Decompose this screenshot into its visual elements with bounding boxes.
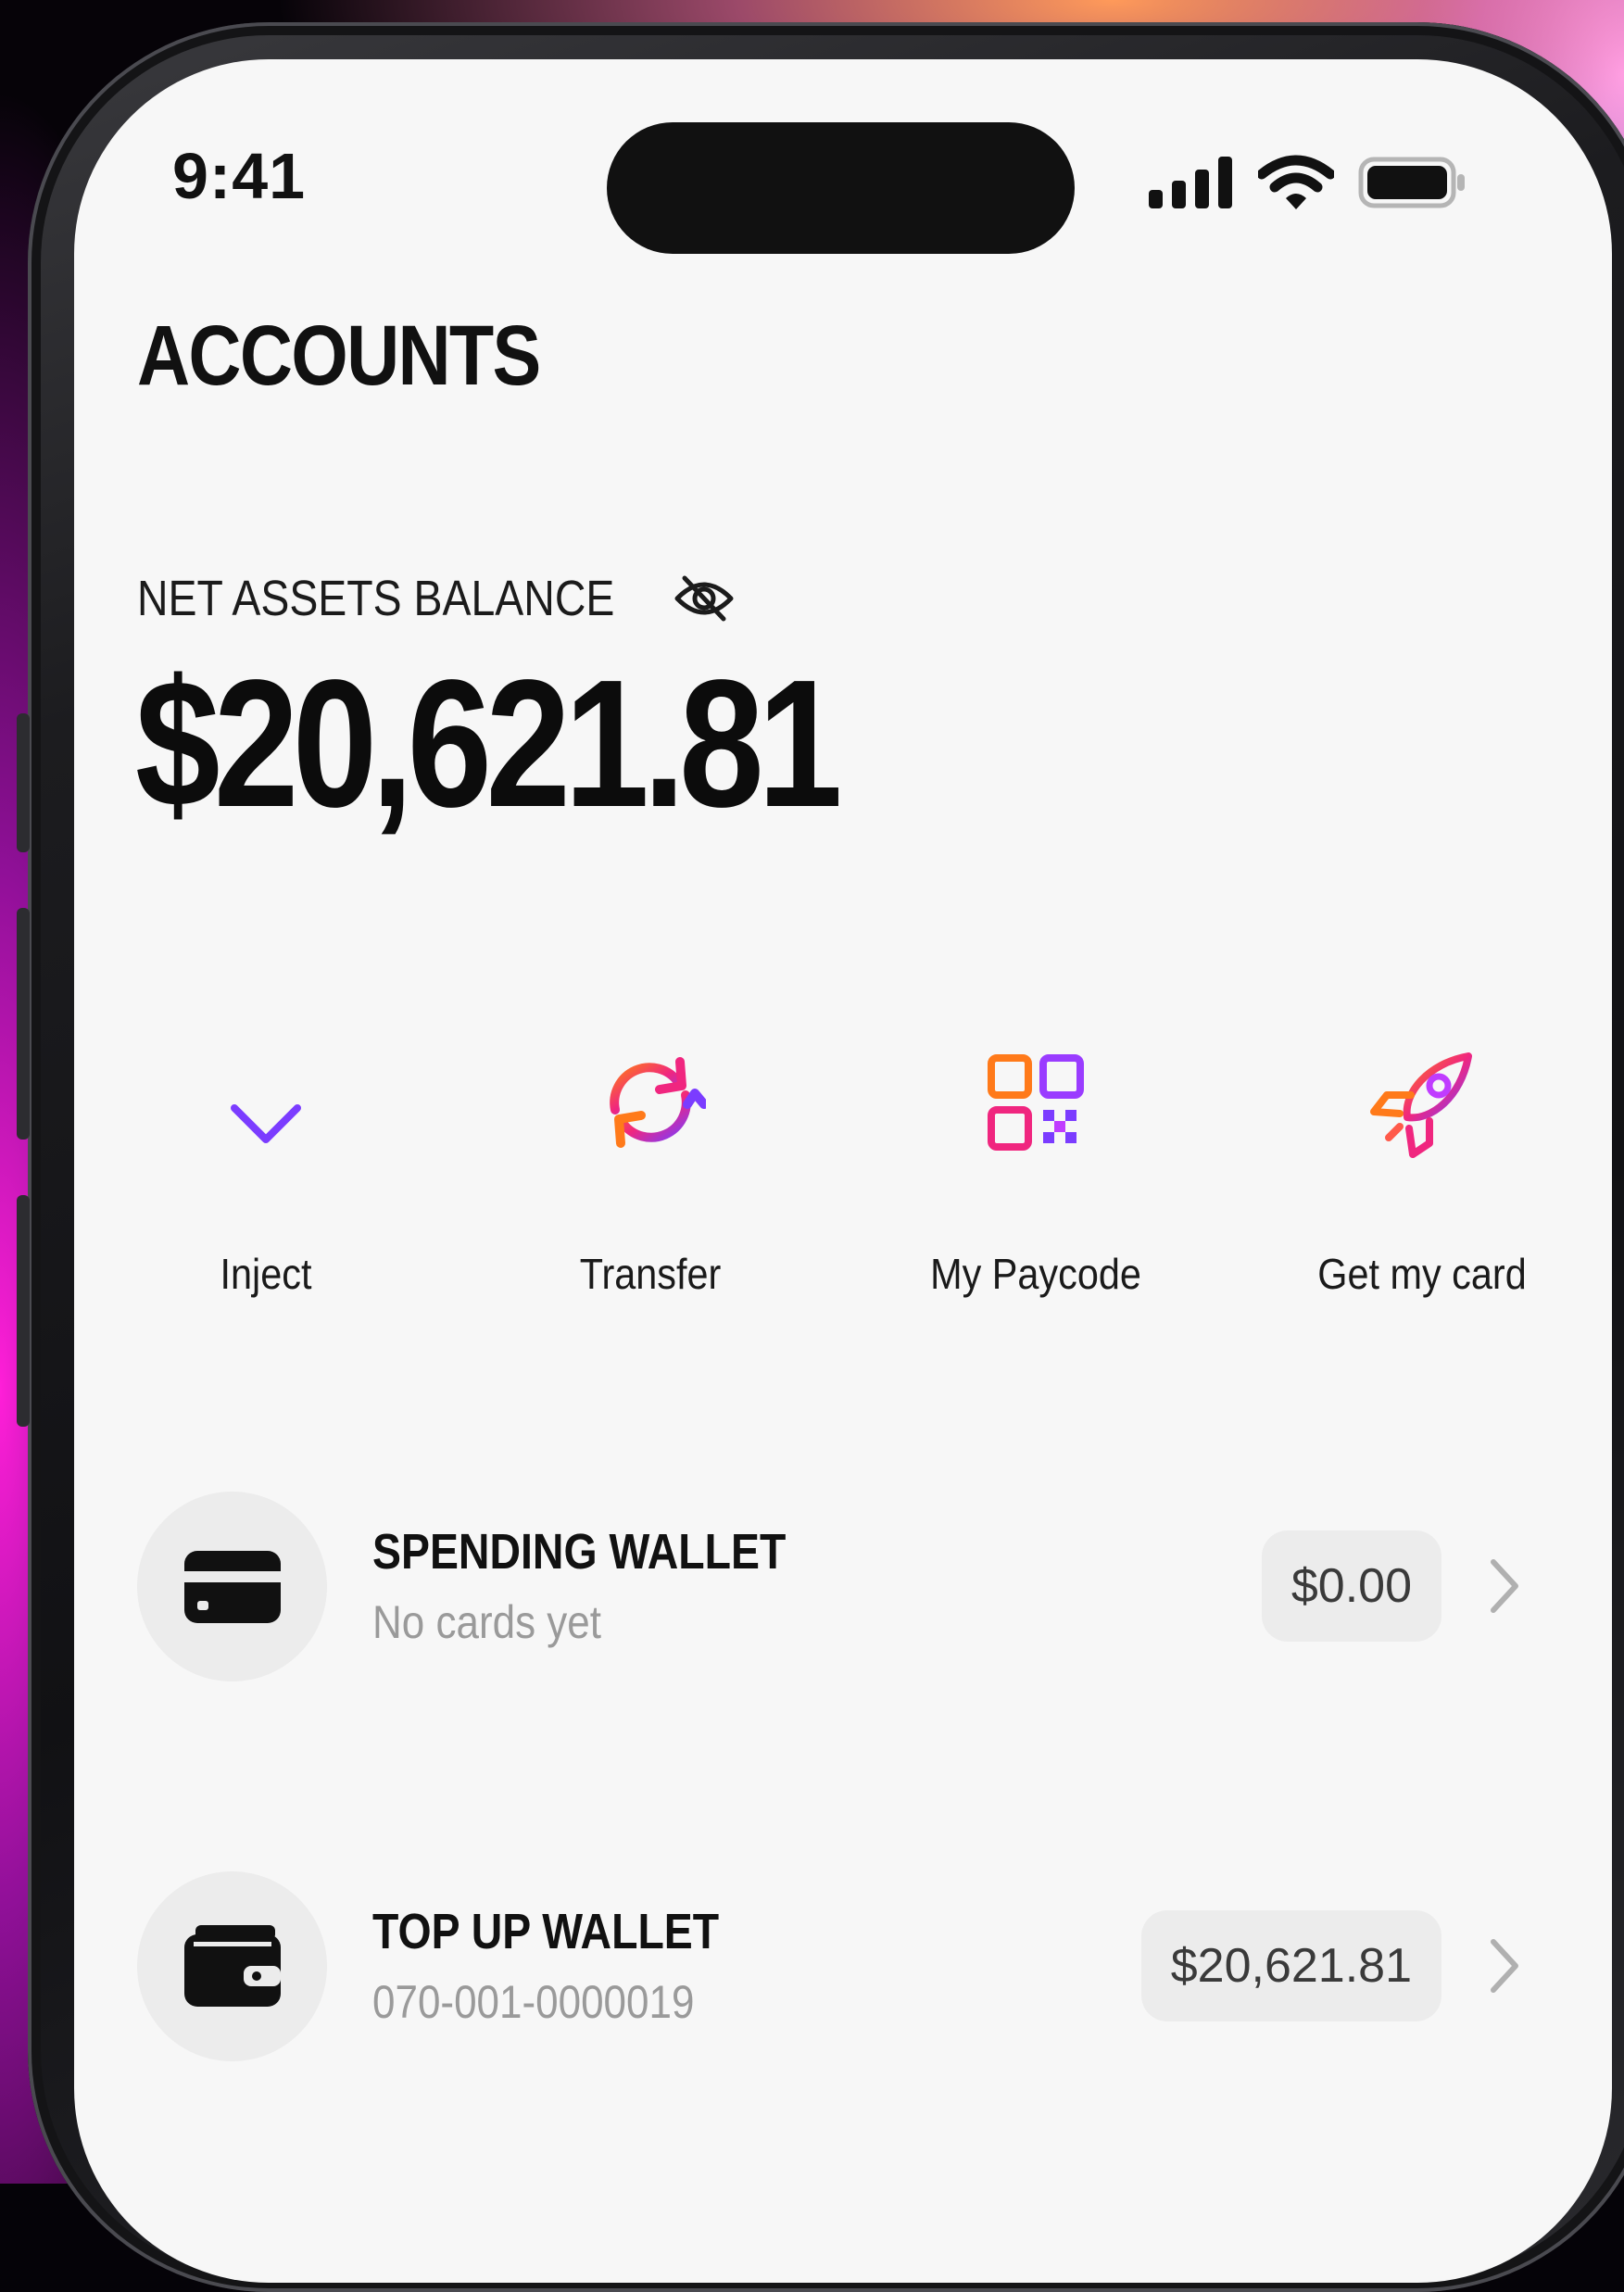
chevron-right-icon [1491,1939,1518,1993]
page-title: ACCOUNTS [137,309,541,403]
get-my-card-label: Get my card [1317,1250,1527,1298]
top-up-wallet-amount: $20,621.81 [1140,1910,1441,2021]
spending-wallet-subtitle: No cards yet [372,1596,601,1648]
spending-wallet-row[interactable]: SPENDING WALLET No cards yet $0.00 [137,1492,1545,1681]
volume-down-button [17,1195,30,1427]
transfer-action[interactable]: Transfer [493,1028,808,1299]
top-up-wallet-title: TOP UP WALLET [372,1904,720,1959]
spending-wallet-amount: $0.00 [1261,1530,1441,1642]
dynamic-island [607,122,1075,254]
status-time: 9:41 [172,140,307,212]
action-button [17,713,30,852]
volume-up-button [17,908,30,1140]
spending-wallet-title: SPENDING WALLET [372,1524,787,1580]
cellular-signal-icon [1149,157,1232,208]
eye-off-icon[interactable] [672,573,736,624]
credit-card-icon [183,1550,281,1623]
get-my-card-action[interactable]: Get my card [1265,1028,1580,1299]
qr-code-icon [988,1054,1084,1151]
inject-action[interactable]: Inject [108,1028,423,1299]
my-paycode-action[interactable]: My Paycode [878,1028,1193,1299]
top-up-wallet-row[interactable]: TOP UP WALLET 070-001-0000019 $20,621.81 [137,1871,1545,2061]
spending-wallet-icon-circle [137,1492,327,1681]
my-paycode-label: My Paycode [930,1250,1141,1298]
top-up-wallet-icon-circle [137,1871,327,2061]
transfer-label: Transfer [579,1250,722,1298]
arrow-down-icon [231,1060,301,1143]
refresh-icon [610,1057,706,1148]
chevron-right-icon [1491,1559,1518,1613]
balance-label: NET ASSETS BALANCE [137,571,615,626]
balance-label-row: NET ASSETS BALANCE [137,570,736,627]
top-up-wallet-subtitle: 070-001-0000019 [372,1976,695,2028]
balance-amount: $20,621.81 [135,642,843,845]
battery-icon [1358,157,1465,208]
wifi-icon [1258,155,1334,209]
inject-label: Inject [220,1250,312,1298]
wallet-icon [183,1924,281,2007]
status-icons [1149,154,1467,211]
rocket-icon [1370,1052,1472,1158]
